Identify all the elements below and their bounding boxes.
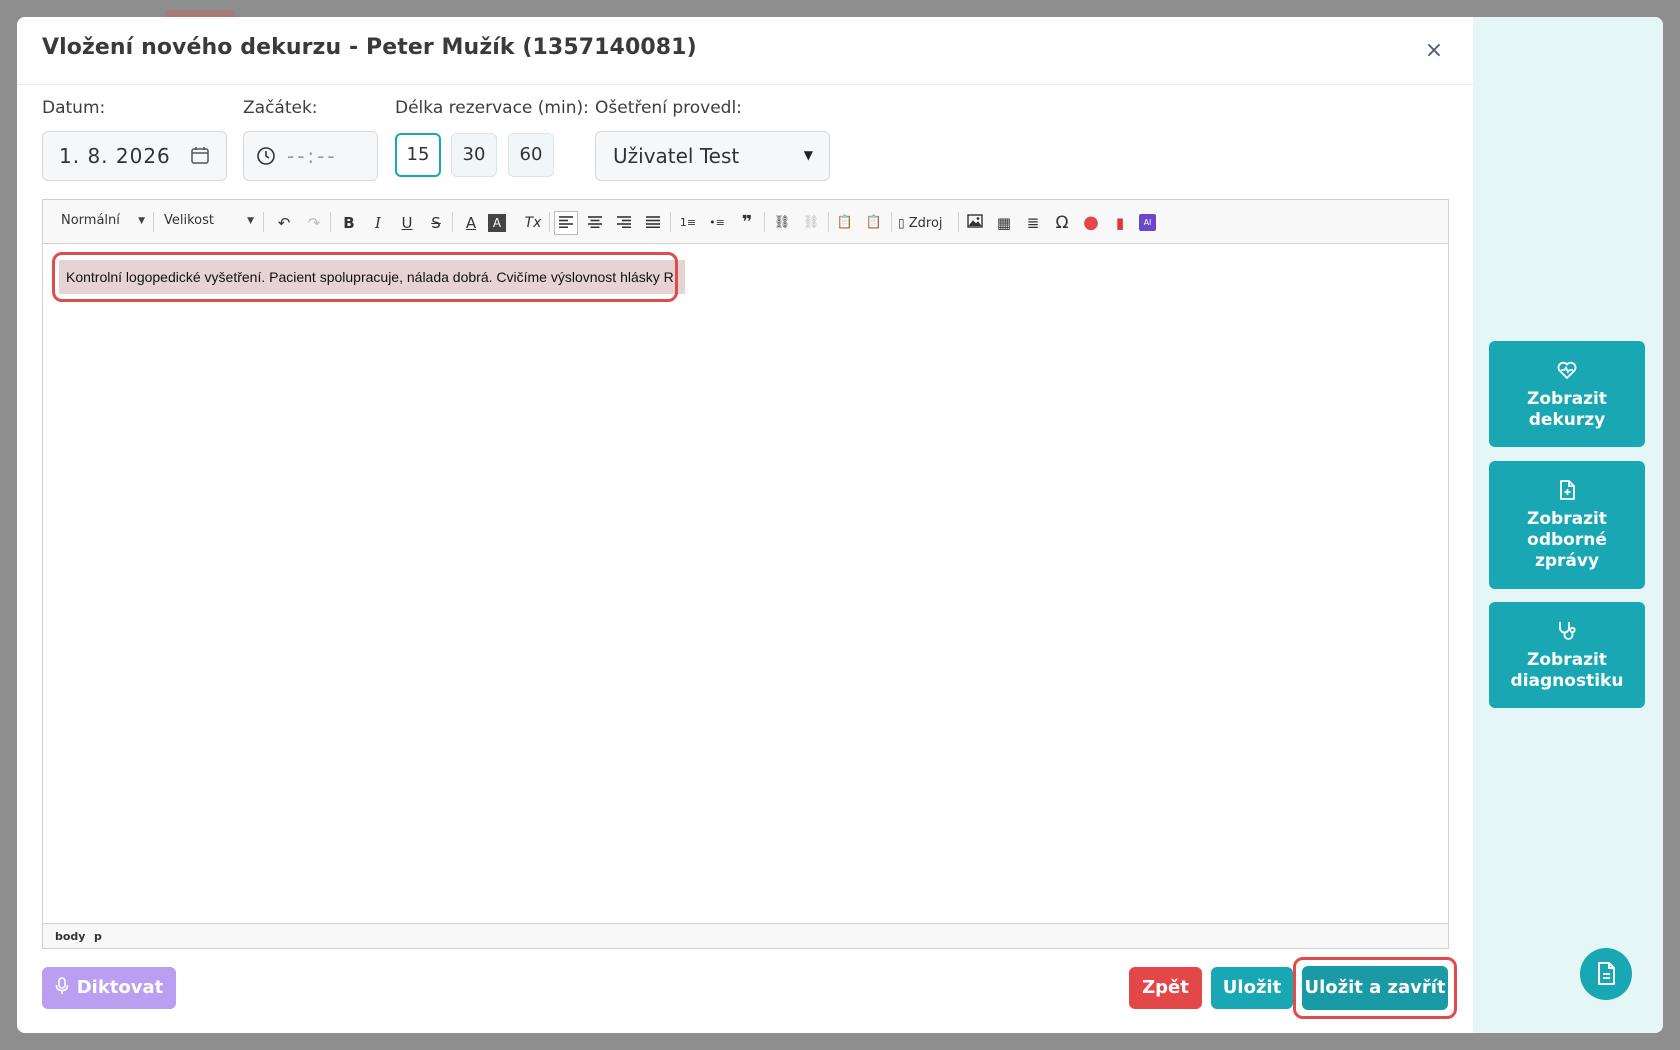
toolbar-separator <box>764 212 765 232</box>
path-element-p[interactable]: p <box>94 924 102 949</box>
chevron-down-icon: ▼ <box>247 216 254 226</box>
show-records-button[interactable]: Zobrazit dekurzy <box>1489 341 1645 447</box>
pdf-icon[interactable]: ▮ <box>1108 211 1132 235</box>
show-reports-label: Zobrazit odborné zprávy <box>1527 509 1607 571</box>
duration-60-button[interactable]: 60 <box>508 133 554 177</box>
format-combo-label: Normální <box>61 213 120 228</box>
document-icon <box>1598 962 1615 985</box>
special-character-icon[interactable]: Ω <box>1050 211 1074 235</box>
show-diagnostics-label: Zobrazit diagnostiku <box>1510 650 1624 691</box>
path-element-body[interactable]: body <box>55 924 85 949</box>
paste-word-icon[interactable]: 📋 <box>862 211 886 235</box>
toolbar-separator <box>828 212 829 232</box>
duration-15-button[interactable]: 15 <box>395 133 441 177</box>
close-icon[interactable]: × <box>1422 39 1446 63</box>
show-diagnostics-button[interactable]: Zobrazit diagnostiku <box>1489 602 1645 708</box>
duration-30-button[interactable]: 30 <box>451 133 497 177</box>
modal-header: Vložení nového dekurzu - Peter Mužík (13… <box>17 17 1473 85</box>
italic-icon[interactable]: I <box>366 211 390 235</box>
back-button[interactable]: Zpět <box>1129 967 1202 1009</box>
text-color-icon[interactable]: A <box>459 211 483 235</box>
horizontal-rule-icon[interactable]: ≣ <box>1021 211 1045 235</box>
toolbar-separator <box>891 212 892 232</box>
microphone-icon <box>55 977 69 994</box>
heart-pulse-icon <box>1557 361 1577 379</box>
align-left-icon[interactable] <box>554 211 578 235</box>
editor-toolbar: Normální ▼ Velikost ▼ ↶ ↷ B I U S A A Tx… <box>43 200 1448 244</box>
undo-icon[interactable]: ↶ <box>272 211 296 235</box>
redo-icon[interactable]: ↷ <box>302 211 326 235</box>
duration-label: Délka rezervace (min): <box>395 98 589 118</box>
modal-side-panel: Zobrazit dekurzy Zobrazit odborné zprávy… <box>1473 17 1663 1033</box>
toolbar-separator <box>549 212 550 232</box>
stethoscope-icon <box>1559 622 1576 640</box>
align-right-icon[interactable] <box>612 211 636 235</box>
bullet-list-icon[interactable]: •≡ <box>705 211 729 235</box>
dictate-button-label: Diktovat <box>76 977 164 998</box>
performed-by-select[interactable]: Uživatel Test ▼ <box>595 131 830 181</box>
date-value: 1. 8. 2026 <box>59 144 171 168</box>
modal-title: Vložení nového dekurzu - Peter Mužík (13… <box>42 35 697 60</box>
start-time-placeholder: --:-- <box>287 144 338 168</box>
paste-text-icon[interactable]: 📋 <box>833 211 857 235</box>
bold-icon[interactable]: B <box>337 211 361 235</box>
dictate-button[interactable]: Diktovat <box>42 967 176 1009</box>
link-icon[interactable]: ⛓ <box>770 211 794 235</box>
toolbar-separator <box>670 212 671 232</box>
table-icon[interactable]: ▦ <box>992 211 1016 235</box>
toolbar-separator <box>263 212 264 232</box>
comment-icon[interactable]: ● <box>1079 211 1103 235</box>
toolbar-separator <box>958 212 959 232</box>
modal-main-pane: Vložení nového dekurzu - Peter Mužík (13… <box>17 17 1473 1033</box>
blockquote-icon[interactable]: ❞ <box>735 211 759 235</box>
start-time-input[interactable]: --:-- <box>243 131 378 181</box>
save-button[interactable]: Uložit <box>1211 967 1293 1009</box>
date-input[interactable]: 1. 8. 2026 <box>42 131 227 181</box>
image-icon[interactable] <box>963 211 987 235</box>
clock-icon <box>257 147 275 165</box>
size-combo-label: Velikost <box>164 213 214 228</box>
remove-format-icon[interactable]: Tx <box>521 211 545 235</box>
underline-icon[interactable]: U <box>395 211 419 235</box>
show-records-label: Zobrazit dekurzy <box>1527 389 1607 430</box>
editor-content[interactable]: Kontrolní logopedické vyšetření. Pacient… <box>43 244 1448 923</box>
file-plus-icon <box>1560 480 1575 500</box>
toolbar-separator <box>330 212 331 232</box>
source-file-icon: ▯ <box>898 216 905 230</box>
source-button-label: Zdroj <box>908 216 943 231</box>
highlight-outline <box>52 252 678 302</box>
new-record-modal: Vložení nového dekurzu - Peter Mužík (13… <box>17 17 1663 1033</box>
background-color-icon[interactable]: A <box>488 214 506 232</box>
show-reports-button[interactable]: Zobrazit odborné zprávy <box>1489 461 1645 589</box>
start-label: Začátek: <box>243 98 318 118</box>
rich-text-editor: Normální ▼ Velikost ▼ ↶ ↷ B I U S A A Tx… <box>42 199 1449 949</box>
toolbar-separator <box>452 212 453 232</box>
chevron-down-icon: ▼ <box>138 216 145 226</box>
align-justify-icon[interactable] <box>641 211 665 235</box>
toolbar-separator <box>153 212 154 232</box>
date-label: Datum: <box>42 98 106 118</box>
ordered-list-icon[interactable]: 1≡ <box>676 211 700 235</box>
calendar-icon[interactable] <box>190 145 210 165</box>
performed-by-label: Ošetření provedl: <box>595 98 742 118</box>
save-and-close-button[interactable]: Uložit a zavřít <box>1302 966 1448 1010</box>
size-combo[interactable]: Velikost ▼ <box>158 209 258 233</box>
performed-by-value: Uživatel Test <box>613 144 740 168</box>
chevron-down-icon: ▼ <box>803 148 813 162</box>
format-combo[interactable]: Normální ▼ <box>55 209 149 233</box>
editor-path-bar: body p <box>43 923 1448 948</box>
strikethrough-icon[interactable]: S <box>424 211 448 235</box>
source-button[interactable]: ▯ Zdroj <box>898 211 943 235</box>
ai-assistant-icon[interactable]: AI <box>1139 214 1156 231</box>
unlink-icon[interactable]: ⛓ <box>799 211 823 235</box>
floating-document-button[interactable] <box>1580 948 1632 1000</box>
align-center-icon[interactable] <box>583 211 607 235</box>
